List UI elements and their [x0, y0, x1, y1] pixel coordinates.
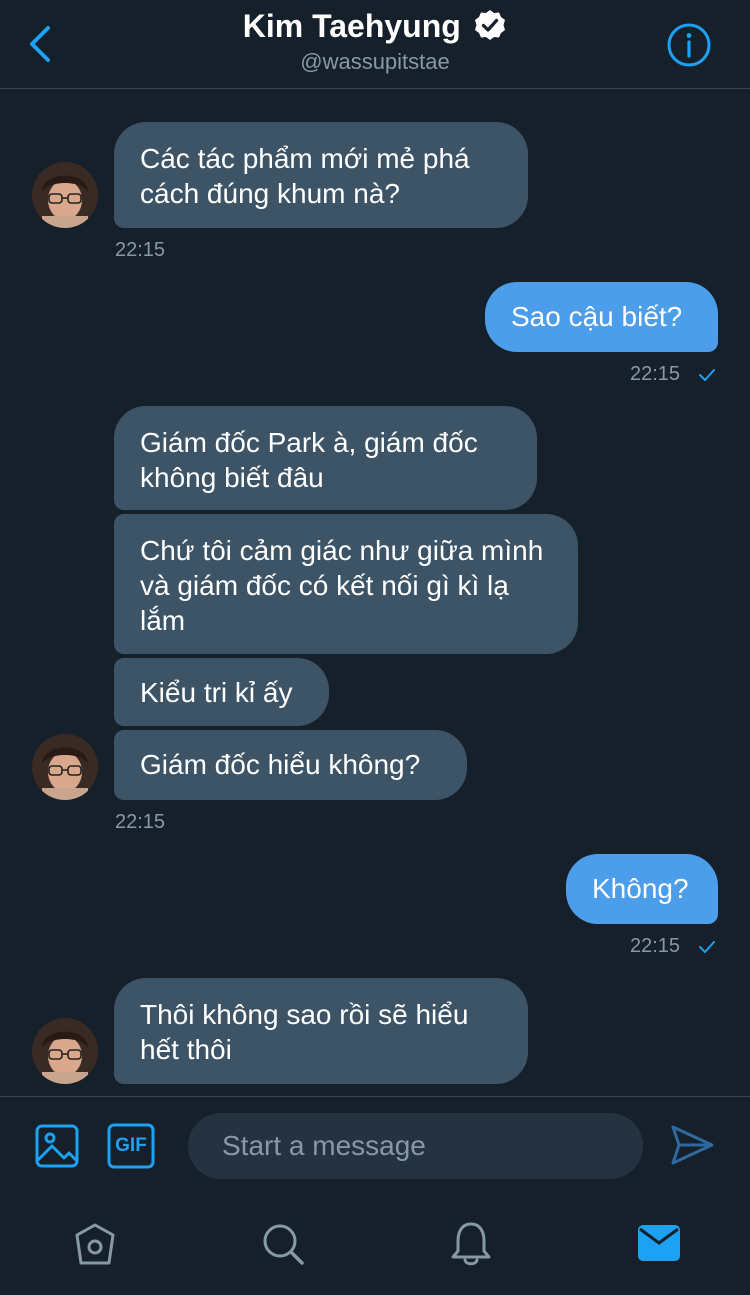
sent-check-icon [699, 941, 715, 953]
gif-button[interactable]: GIF [107, 1123, 155, 1169]
message-bubble-outgoing[interactable]: Sao cậu biết? [485, 282, 718, 352]
tab-messages[interactable] [636, 1223, 682, 1263]
image-icon [35, 1124, 79, 1168]
message-bubble-incoming[interactable]: Các tác phẩm mới mẻ phá cách đúng khum n… [114, 122, 528, 228]
message-input[interactable] [188, 1113, 643, 1179]
verified-badge-icon [475, 9, 506, 40]
conversation-header: Kim Taehyung @wassupitstae [0, 0, 750, 89]
message-timestamp: 22:15 [630, 363, 681, 385]
message-bubble-incoming[interactable]: Kiểu tri kỉ ấy [114, 658, 329, 726]
bell-icon [451, 1222, 491, 1266]
contact-handle: @wassupitstae [300, 49, 450, 74]
tab-home[interactable] [72, 1221, 118, 1267]
info-button[interactable] [666, 22, 712, 68]
avatar[interactable] [32, 162, 98, 228]
message-composer: GIF [0, 1096, 750, 1295]
contact-name: Kim Taehyung [242, 8, 461, 44]
message-bubble-incoming[interactable]: Chứ tôi cảm giác như giữa mình và giám đ… [114, 514, 578, 654]
message-bubble-incoming[interactable]: Giám đốc Park à, giám đốc không biết đâu [114, 406, 537, 510]
message-bubble-incoming[interactable]: Giám đốc hiểu không? [114, 730, 467, 800]
tab-search[interactable] [260, 1221, 306, 1267]
info-icon [667, 23, 711, 67]
mail-icon [638, 1225, 680, 1261]
gif-label: GIF [115, 1135, 147, 1156]
message-timestamp: 22:15 [630, 935, 681, 957]
tab-notifications[interactable] [448, 1219, 494, 1267]
avatar[interactable] [32, 734, 98, 800]
message-bubble-outgoing[interactable]: Không? [566, 854, 718, 924]
avatar[interactable] [32, 1018, 98, 1084]
send-button[interactable] [668, 1121, 716, 1169]
search-icon [263, 1224, 304, 1265]
message-bubble-incoming[interactable]: Thôi không sao rồi sẽ hiểu hết thôi [114, 978, 528, 1084]
message-timestamp: 22:15 [115, 239, 166, 261]
media-button[interactable] [34, 1123, 80, 1169]
message-timestamp: 22:15 [115, 811, 166, 833]
send-icon [671, 1125, 714, 1165]
conversation-title-block[interactable]: Kim Taehyung @wassupitstae [0, 8, 750, 75]
sent-check-icon [699, 369, 715, 381]
home-icon [75, 1223, 115, 1265]
